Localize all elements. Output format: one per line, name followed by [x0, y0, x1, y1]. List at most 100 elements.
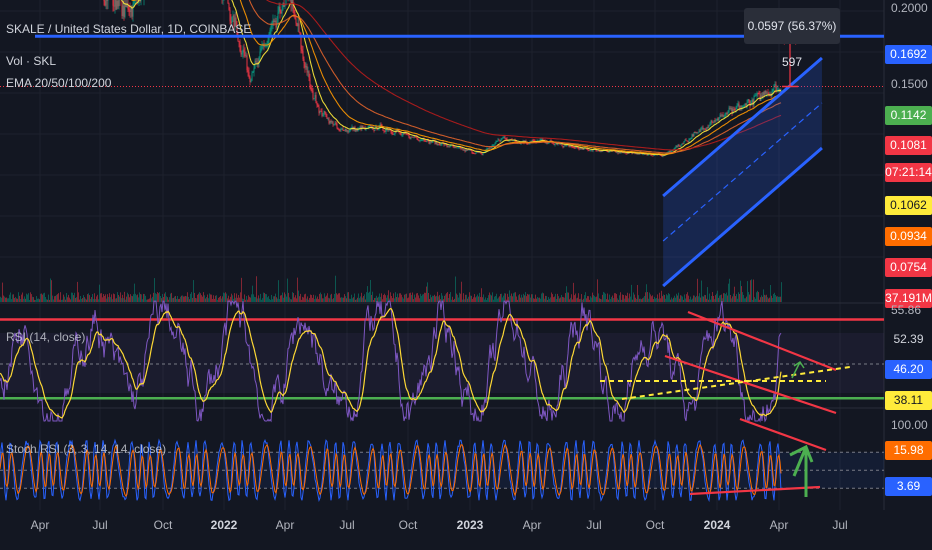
- volume-bar: [96, 296, 97, 302]
- candle: [482, 153, 484, 155]
- ema-legend[interactable]: EMA 20/50/100/200: [6, 76, 111, 90]
- volume-bar: [519, 294, 520, 302]
- volume-bar: [59, 299, 60, 302]
- volume-bar: [489, 292, 490, 302]
- candle: [241, 53, 243, 55]
- volume-bar: [332, 299, 333, 302]
- candle: [478, 152, 480, 153]
- volume-bar: [89, 295, 90, 302]
- volume-bar: [564, 297, 565, 302]
- candle: [343, 130, 345, 132]
- candle: [504, 136, 506, 139]
- volume-bar: [548, 297, 549, 302]
- volume-bar: [642, 298, 643, 302]
- stoch-rsi-legend[interactable]: Stoch RSI (3, 3, 14, 14, close): [6, 442, 166, 456]
- volume-bar: [699, 293, 700, 302]
- volume-bar: [202, 296, 203, 302]
- candle: [600, 151, 602, 152]
- candle: [273, 20, 275, 22]
- volume-bar: [549, 298, 550, 302]
- volume-bar: [55, 295, 56, 302]
- volume-bar: [284, 292, 285, 302]
- volume-bar: [319, 293, 320, 302]
- volume-bar: [52, 295, 53, 302]
- volume-bar: [315, 295, 316, 302]
- volume-bar: [472, 299, 473, 302]
- volume-bar: [690, 296, 691, 302]
- volume-bar: [708, 299, 709, 302]
- volume-bar: [92, 294, 93, 302]
- volume-bar: [282, 292, 283, 302]
- candle: [425, 140, 427, 142]
- volume-legend[interactable]: Vol · SKL: [6, 54, 56, 68]
- candle: [685, 139, 687, 141]
- candle: [270, 26, 272, 30]
- volume-bar: [721, 294, 722, 302]
- volume-bar: [218, 297, 219, 302]
- candle: [689, 138, 691, 140]
- volume-bar: [314, 299, 315, 302]
- volume-bar: [365, 299, 366, 302]
- volume-bar: [255, 297, 256, 302]
- volume-bar: [95, 299, 96, 302]
- candle: [294, 16, 296, 20]
- volume-bar: [540, 298, 541, 302]
- rsi-legend[interactable]: RSI (14, close): [6, 330, 85, 344]
- volume-bar: [380, 296, 381, 302]
- candle: [745, 103, 747, 106]
- volume-bar: [200, 293, 201, 302]
- candle: [762, 92, 764, 97]
- candle: [555, 143, 557, 145]
- volume-bar: [679, 298, 680, 302]
- candle: [429, 141, 431, 144]
- volume-bar: [781, 282, 782, 302]
- volume-bar: [388, 290, 389, 302]
- candle: [115, 0, 117, 10]
- volume-bar: [420, 293, 421, 302]
- volume-bar: [414, 294, 415, 302]
- volume-bar: [771, 295, 772, 302]
- volume-bar: [268, 296, 269, 302]
- price-badge: 0.1062: [885, 196, 932, 215]
- volume-bar: [234, 293, 235, 302]
- volume-bar: [714, 299, 715, 302]
- volume-bar: [444, 295, 445, 302]
- volume-bar: [199, 292, 200, 302]
- volume-bar: [405, 294, 406, 302]
- candle: [718, 117, 720, 121]
- volume-bar: [459, 292, 460, 302]
- volume-bar: [462, 299, 463, 302]
- candle: [712, 122, 714, 123]
- volume-bar: [250, 297, 251, 302]
- volume-bar: [375, 297, 376, 302]
- candle: [313, 98, 315, 99]
- volume-bar: [123, 298, 124, 302]
- candle: [392, 133, 394, 135]
- volume-bar: [262, 298, 263, 302]
- volume-bar: [768, 298, 769, 302]
- volume-bar: [613, 298, 614, 302]
- volume-bar: [179, 298, 180, 302]
- volume-bar: [408, 297, 409, 302]
- candle: [625, 153, 627, 155]
- volume-bar: [17, 298, 18, 302]
- volume-bar: [54, 296, 55, 302]
- candle: [466, 149, 468, 151]
- chart-canvas[interactable]: [0, 0, 932, 550]
- volume-bar: [206, 296, 207, 302]
- volume-bar: [677, 295, 678, 302]
- volume-bar: [490, 294, 491, 302]
- volume-bar: [318, 299, 319, 302]
- candle: [717, 118, 719, 121]
- volume-bar: [523, 293, 524, 302]
- volume-bar: [247, 299, 248, 302]
- candle: [417, 139, 419, 141]
- candle: [462, 148, 464, 151]
- volume-bar: [115, 298, 116, 302]
- candle: [488, 148, 490, 150]
- volume-bar: [683, 299, 684, 302]
- volume-bar: [631, 284, 632, 302]
- volume-bar: [355, 299, 356, 302]
- candle: [713, 120, 715, 123]
- volume-bar: [581, 294, 582, 302]
